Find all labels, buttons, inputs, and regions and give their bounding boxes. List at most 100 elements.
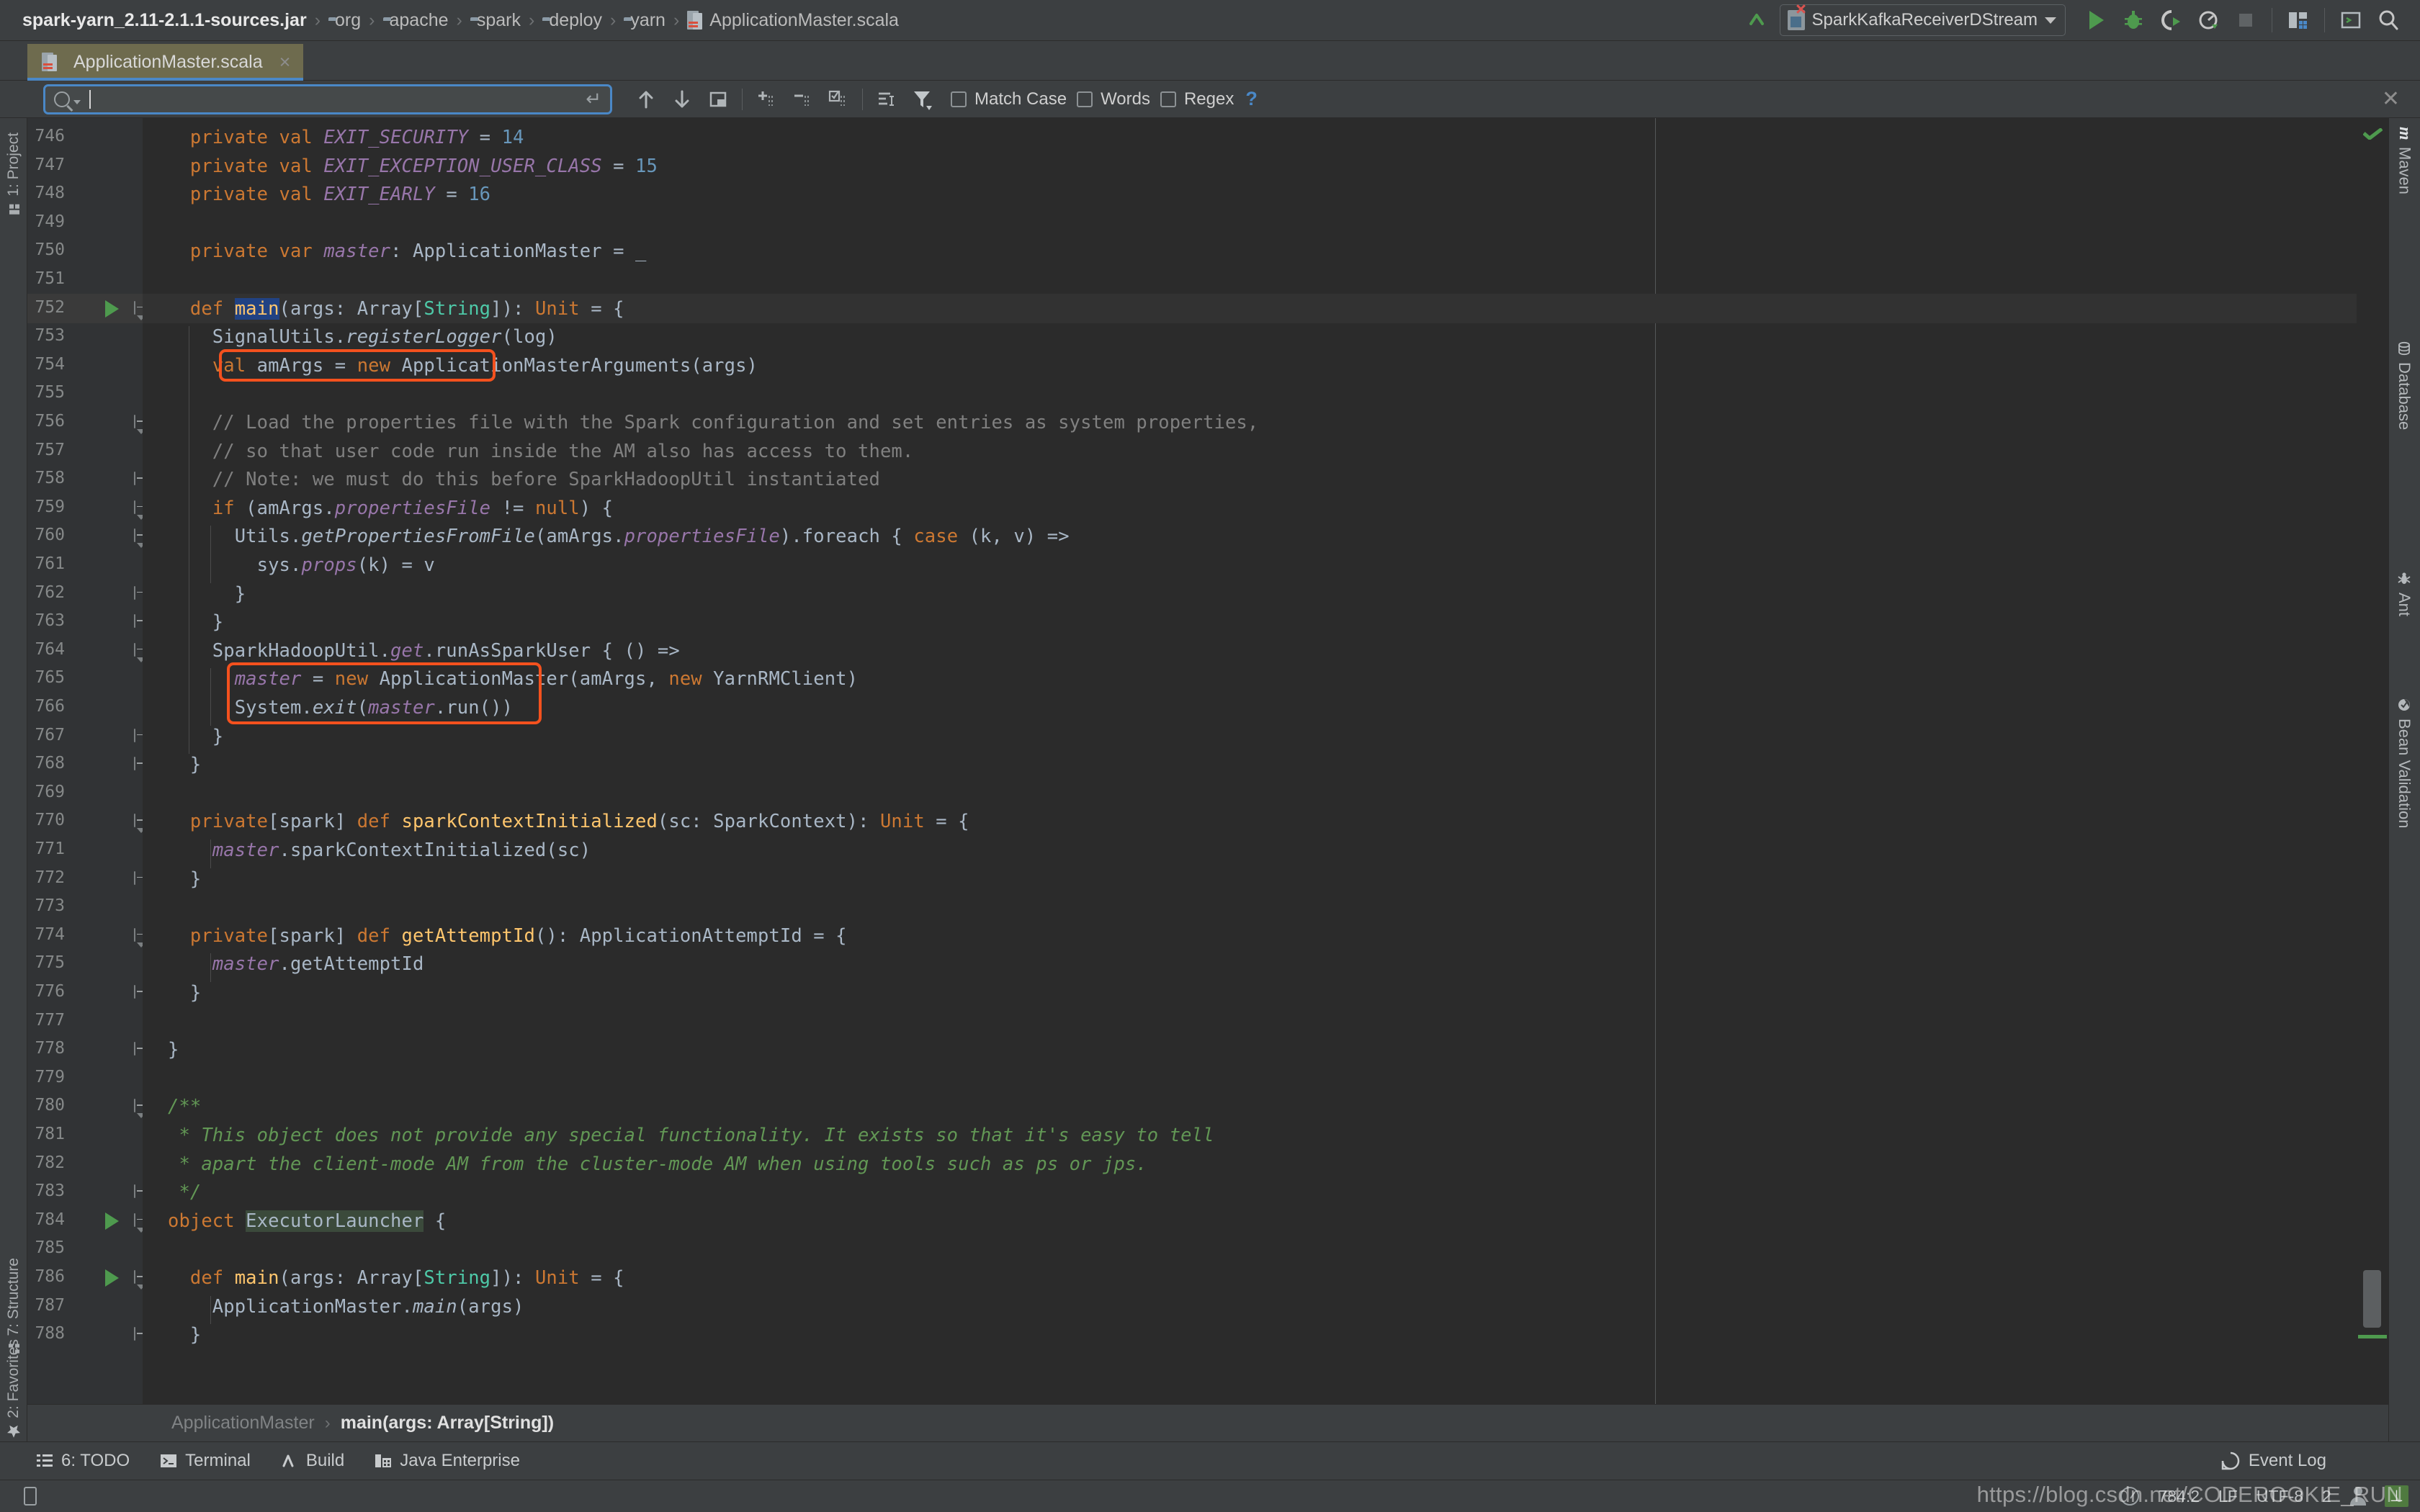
line-number: 765 bbox=[35, 668, 65, 688]
tool-window-java-enterprise[interactable]: Java Enterprise bbox=[375, 1451, 520, 1471]
run-configuration-selector[interactable]: SparkKafkaReceiverDStream bbox=[1779, 4, 2066, 36]
tool-window-label: Build bbox=[305, 1451, 345, 1470]
line-number: 774 bbox=[35, 924, 65, 944]
status-badge[interactable]: ⊥ bbox=[2384, 1485, 2408, 1507]
run-gutter-icon[interactable] bbox=[105, 300, 119, 318]
next-occurrence-icon[interactable] bbox=[664, 84, 700, 115]
breadcrumb-item-yarn[interactable]: yarn bbox=[624, 10, 666, 31]
breadcrumb-label: yarn bbox=[630, 9, 666, 30]
search-everywhere-icon[interactable] bbox=[2370, 1, 2407, 39]
breadcrumb-item-deploy[interactable]: deploy bbox=[542, 10, 602, 31]
line-number: 757 bbox=[35, 440, 65, 459]
editor-scrollbar-thumb[interactable] bbox=[2363, 1270, 2381, 1328]
sidebar-item-label: 2: Favorites bbox=[5, 1339, 22, 1418]
caret-position[interactable]: 784:2 bbox=[2158, 1487, 2200, 1506]
line-number: 769 bbox=[35, 782, 65, 801]
sidebar-item-database[interactable]: Database bbox=[2395, 341, 2414, 430]
search-history-chevron-icon[interactable] bbox=[73, 100, 81, 104]
code-line: System.exit(master.run()) bbox=[168, 697, 514, 719]
run-with-coverage-icon[interactable] bbox=[2152, 1, 2190, 39]
line-number: 747 bbox=[35, 155, 65, 174]
sidebar-item-maven[interactable]: m Maven bbox=[2395, 127, 2414, 194]
maven-icon: m bbox=[2396, 127, 2414, 140]
breadcrumb-label: apache bbox=[389, 9, 449, 30]
person-icon[interactable] bbox=[2349, 1487, 2366, 1506]
words-checkbox[interactable]: Words bbox=[1077, 89, 1150, 109]
tool-window-terminal[interactable]: Terminal bbox=[160, 1451, 251, 1471]
code-line: } bbox=[168, 868, 202, 890]
preserve-case-icon[interactable] bbox=[869, 84, 905, 115]
breadcrumb-item-spark[interactable]: spark bbox=[470, 10, 521, 31]
checkbox-box bbox=[1160, 91, 1176, 107]
event-log-label: Event Log bbox=[2248, 1451, 2326, 1470]
line-number: 763 bbox=[35, 611, 65, 631]
code-line: private var master: ApplicationMaster = … bbox=[189, 240, 647, 263]
find-divider bbox=[742, 88, 743, 110]
indent-guide bbox=[210, 953, 212, 982]
project-structure-icon[interactable] bbox=[2280, 1, 2317, 39]
line-number: 751 bbox=[35, 269, 65, 288]
status-bar: 784:2 LF UTF-8 2 ⊥ https://blog.csdn.net… bbox=[0, 1480, 2420, 1512]
run-icon[interactable] bbox=[2077, 1, 2115, 39]
remove-selection-icon[interactable] bbox=[784, 84, 820, 115]
code-line: ApplicationMaster.main(args) bbox=[168, 1295, 524, 1318]
profile-icon[interactable] bbox=[2190, 1, 2227, 39]
memory-indicator-icon[interactable] bbox=[14, 1486, 46, 1506]
indent-size[interactable]: 2 bbox=[2322, 1487, 2331, 1506]
tool-window-todo[interactable]: 6: TODO bbox=[36, 1451, 130, 1471]
event-log-button[interactable]: Event Log bbox=[2221, 1451, 2326, 1471]
code-editor[interactable]: 746 747 748 749 750 751 752 753 754 755 756 757 758 7… bbox=[27, 118, 2388, 1404]
sidebar-item-label: Database bbox=[2396, 362, 2414, 431]
breadcrumb-member[interactable]: main(args: Array[String]) bbox=[341, 1413, 554, 1434]
regex-checkbox[interactable]: Regex bbox=[1160, 89, 1234, 109]
breadcrumb-item-file[interactable]: ApplicationMaster.scala bbox=[687, 10, 899, 31]
run-gutter-icon[interactable] bbox=[105, 1269, 119, 1287]
editor-gutter[interactable]: 746 747 748 749 750 751 752 753 754 755 756 757 758 7… bbox=[27, 118, 145, 1404]
run-config-icon bbox=[1787, 4, 1806, 30]
gauge-icon[interactable] bbox=[2120, 1487, 2140, 1506]
sidebar-item-bean-validation[interactable]: Bean Validation bbox=[2395, 698, 2414, 829]
breadcrumb-class[interactable]: ApplicationMaster bbox=[171, 1413, 315, 1434]
terminal-icon[interactable] bbox=[2332, 1, 2370, 39]
editor-marker-panel[interactable] bbox=[2357, 118, 2388, 1404]
right-tool-window-bar: m Maven Database Ant Bean Validation bbox=[2388, 118, 2420, 1441]
add-selection-icon[interactable] bbox=[748, 84, 784, 115]
stop-icon[interactable] bbox=[2227, 1, 2264, 39]
match-case-checkbox[interactable]: Match Case bbox=[951, 89, 1067, 109]
line-number: 746 bbox=[35, 127, 65, 145]
sidebar-item-project[interactable]: 1: Project bbox=[5, 132, 22, 215]
encoding[interactable]: UTF-8 bbox=[2257, 1487, 2303, 1506]
line-separator[interactable]: LF bbox=[2218, 1487, 2238, 1506]
editor-tab-applicationmaster[interactable]: ApplicationMaster.scala × bbox=[27, 44, 304, 83]
debug-icon[interactable] bbox=[2115, 1, 2152, 39]
close-icon[interactable]: × bbox=[279, 52, 291, 72]
enter-newline-icon[interactable]: ↵ bbox=[586, 88, 601, 110]
sidebar-item-ant[interactable]: Ant bbox=[2395, 572, 2414, 616]
project-icon bbox=[7, 202, 20, 215]
back-arrow-icon[interactable] bbox=[1738, 1, 1775, 39]
regex-help-icon[interactable]: ? bbox=[1245, 88, 1258, 110]
search-field-wrapper[interactable]: ↵ bbox=[43, 84, 612, 114]
select-all-occurrences-icon[interactable] bbox=[820, 84, 856, 115]
breadcrumb-item-org[interactable]: org bbox=[328, 10, 361, 31]
run-gutter-icon[interactable] bbox=[105, 1212, 119, 1230]
sidebar-item-favorites[interactable]: 2: Favorites bbox=[5, 1339, 22, 1439]
code-line: if (amArgs.propertiesFile != null) { bbox=[212, 497, 614, 519]
code-line: SparkHadoopUtil.get.runAsSparkUser { () … bbox=[168, 639, 680, 662]
close-find-icon[interactable]: ✕ bbox=[2382, 86, 2400, 112]
code-line: } bbox=[168, 725, 224, 747]
filter-icon[interactable] bbox=[905, 84, 941, 115]
select-all-icon[interactable] bbox=[700, 84, 736, 115]
code-text-area[interactable]: private val EXIT_SECURITY = 14 private v… bbox=[143, 118, 2357, 1404]
breadcrumb-item-apache[interactable]: apache bbox=[383, 10, 449, 31]
search-input[interactable] bbox=[97, 89, 581, 109]
find-toolbar: ↵ Match Case Words Regex ? ✕ bbox=[0, 81, 2420, 118]
line-number: 750 bbox=[35, 240, 65, 260]
breadcrumb-separator: › bbox=[324, 1413, 331, 1433]
find-actions bbox=[628, 84, 941, 115]
breadcrumb-item-jar[interactable]: spark-yarn_2.11-2.1.1-sources.jar bbox=[16, 10, 307, 31]
tool-window-build[interactable]: Build bbox=[281, 1451, 344, 1471]
code-line: } bbox=[168, 754, 202, 776]
prev-occurrence-icon[interactable] bbox=[628, 84, 664, 115]
editor-column: 746 747 748 749 750 751 752 753 754 755 756 757 758 7… bbox=[27, 118, 2388, 1441]
